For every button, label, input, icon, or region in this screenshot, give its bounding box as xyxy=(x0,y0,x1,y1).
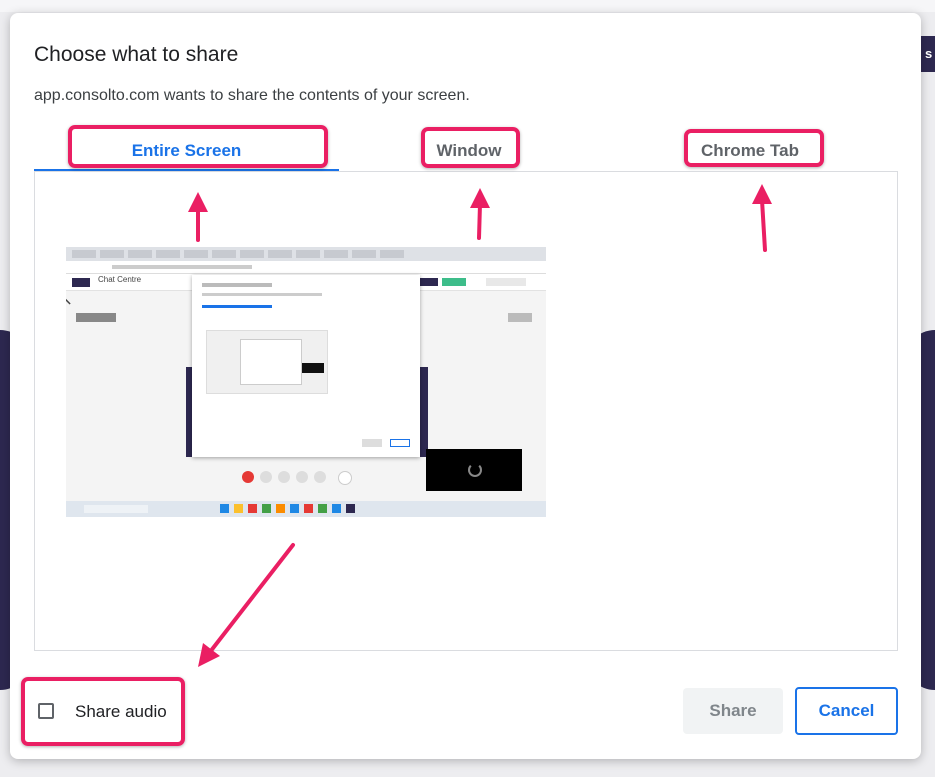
background-topbar xyxy=(0,0,935,12)
thumbnail-browser-tabbar xyxy=(66,247,546,261)
tab-chrome-tab[interactable]: Chrome Tab xyxy=(684,131,816,171)
share-button[interactable]: Share xyxy=(683,688,783,734)
screen-preview-panel: Chat Centre xyxy=(34,172,898,651)
cancel-button[interactable]: Cancel xyxy=(795,687,898,735)
background-right-tab: s xyxy=(921,36,935,72)
entire-screen-thumbnail[interactable]: Chat Centre xyxy=(66,247,546,517)
thumbnail-address-bar xyxy=(66,261,546,274)
share-audio-checkbox[interactable] xyxy=(38,703,54,719)
thumbnail-taskbar xyxy=(66,501,546,517)
dialog-title: Choose what to share xyxy=(34,43,239,66)
thumbnail-nested-dialog xyxy=(192,275,420,457)
share-audio-label: Share audio xyxy=(75,702,167,721)
tab-window[interactable]: Window xyxy=(419,131,519,171)
share-source-tabs: Entire Screen Window Chrome Tab xyxy=(34,131,898,172)
thumbnail-spinner-icon xyxy=(468,463,482,477)
mouse-cursor-icon: ↖ xyxy=(66,289,73,310)
dialog-subtitle: app.consolto.com wants to share the cont… xyxy=(34,87,470,104)
thumbnail-brand: Chat Centre xyxy=(98,275,142,284)
tab-entire-screen[interactable]: Entire Screen xyxy=(34,131,339,171)
thumbnail-call-controls xyxy=(242,471,372,485)
share-screen-dialog: Choose what to share app.consolto.com wa… xyxy=(10,13,921,759)
